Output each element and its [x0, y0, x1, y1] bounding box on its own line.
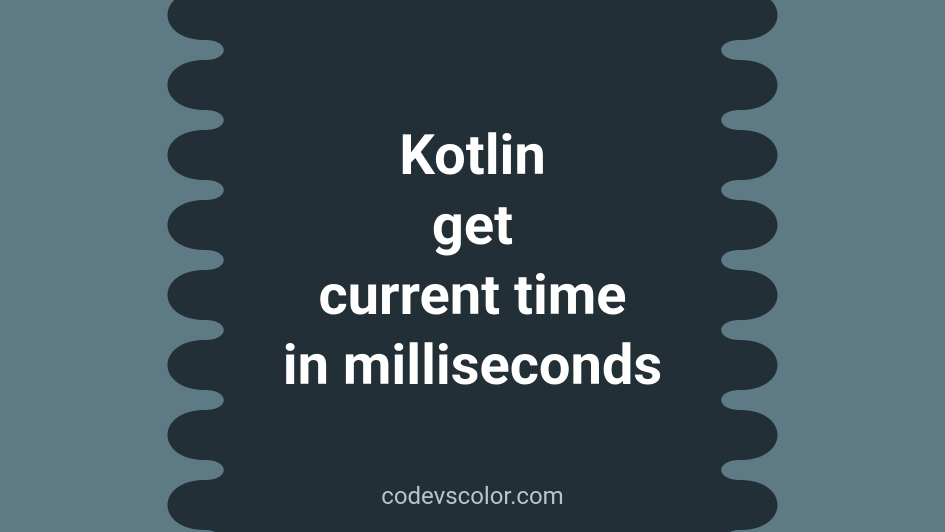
- heading-line-2: get: [0, 190, 945, 260]
- heading-line-4: in milliseconds: [0, 330, 945, 400]
- banner-heading: Kotlin get current time in milliseconds: [0, 120, 945, 400]
- heading-line-1: Kotlin: [0, 120, 945, 190]
- banner-stage: Kotlin get current time in milliseconds …: [0, 0, 945, 532]
- heading-line-3: current time: [0, 260, 945, 330]
- watermark-text: codevscolor.com: [0, 482, 945, 510]
